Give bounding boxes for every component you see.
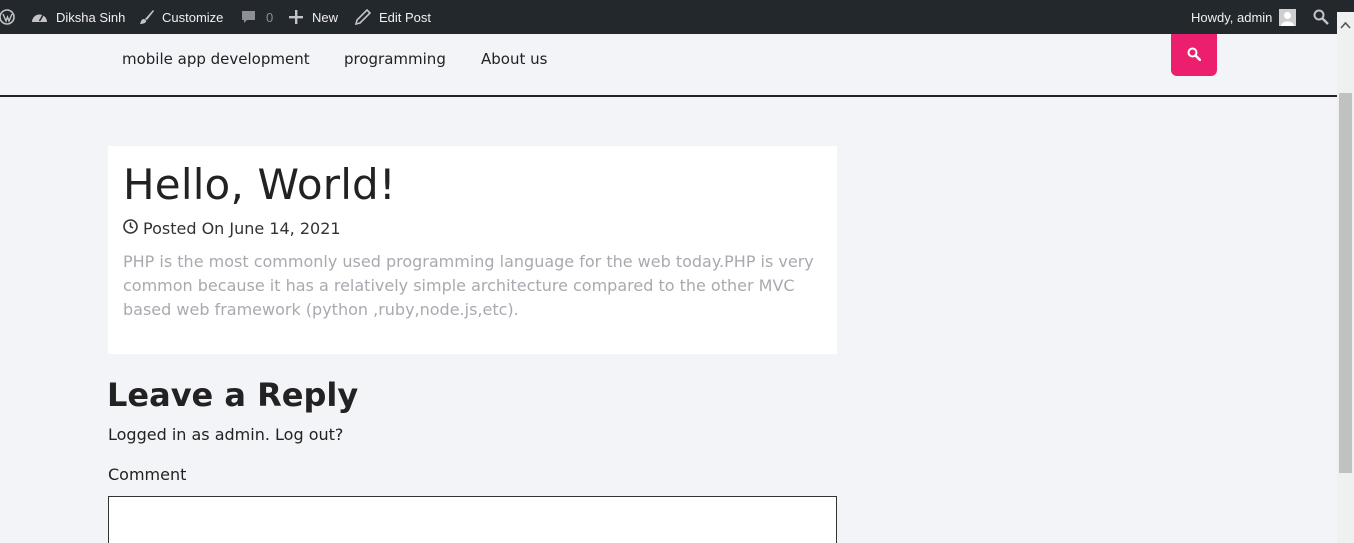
search-icon [1187, 46, 1202, 65]
comments-count: 0 [266, 9, 274, 25]
post-date: Posted On June 14, 2021 [143, 219, 341, 238]
comment-textarea[interactable] [108, 496, 837, 543]
howdy-label: Howdy, admin [1191, 9, 1273, 25]
post-meta: Posted On June 14, 2021 [123, 219, 341, 238]
site-name-link[interactable]: Diksha Sinh [31, 0, 125, 34]
new-label: New [312, 9, 339, 25]
edit-post-link[interactable]: Edit Post [355, 0, 431, 34]
plus-icon [289, 10, 303, 24]
scroll-up-button[interactable] [1337, 12, 1354, 34]
new-link[interactable]: New [289, 0, 338, 34]
comment-icon [241, 10, 256, 25]
dashboard-icon [31, 10, 48, 24]
edit-post-label: Edit Post [379, 9, 432, 25]
chevron-up-icon [1340, 14, 1351, 33]
nav-item-mobile-app-development[interactable]: mobile app development [122, 50, 310, 68]
admin-bar: Diksha Sinh Customize 0 New Edit Post Ho… [0, 0, 1354, 34]
nav-item-about-us[interactable]: About us [481, 50, 547, 68]
customize-link[interactable]: Customize [139, 0, 223, 34]
wordpress-icon[interactable] [0, 0, 16, 34]
nav-item-programming[interactable]: programming [344, 50, 446, 68]
pencil-icon [355, 9, 371, 25]
my-account-link[interactable]: Howdy, admin [1191, 0, 1297, 34]
post-title[interactable]: Hello, World! [123, 160, 396, 209]
comment-label: Comment [108, 465, 187, 484]
scrollbar-thumb[interactable] [1339, 93, 1352, 473]
avatar [1279, 8, 1297, 26]
adminbar-search-icon[interactable] [1313, 0, 1329, 34]
brush-icon [139, 9, 155, 25]
primary-nav: mobile app development programming About… [0, 34, 1337, 97]
logged-in-text[interactable]: Logged in as admin. Log out? [108, 425, 343, 444]
comments-link[interactable]: 0 [241, 0, 273, 34]
reply-heading: Leave a Reply [107, 376, 359, 414]
customize-label: Customize [162, 9, 224, 25]
post-excerpt: PHP is the most commonly used programmin… [123, 252, 814, 319]
search-button[interactable] [1171, 34, 1217, 76]
clock-icon [123, 219, 143, 238]
post-card: Hello, World! Posted On June 14, 2021 PH… [108, 146, 837, 354]
site-name: Diksha Sinh [56, 9, 126, 25]
